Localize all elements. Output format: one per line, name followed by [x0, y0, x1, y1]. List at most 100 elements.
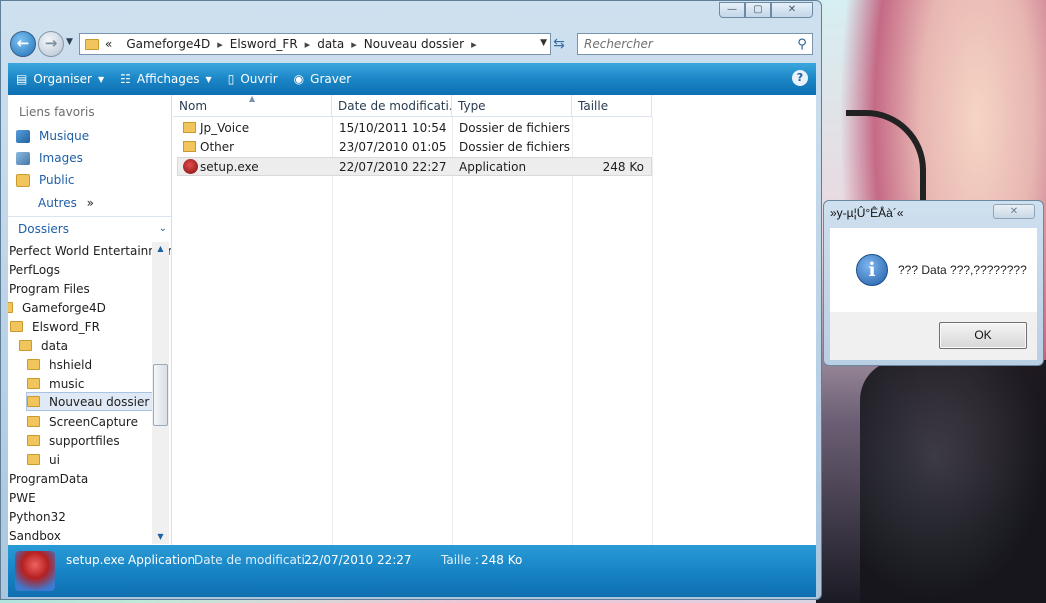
organize-icon: ▤	[16, 72, 28, 86]
explorer-window: — ▢ ✕ ← → ▼ « Gameforge4D ▸ Elsword_FR ▸…	[0, 0, 822, 600]
folder-icon	[183, 141, 196, 152]
close-button[interactable]: ✕	[771, 2, 813, 18]
recent-pages-dropdown[interactable]: ▼	[66, 37, 73, 47]
search-input[interactable]: Rechercher	[584, 37, 792, 51]
column-header-type[interactable]: Type	[452, 95, 572, 117]
tree-item-label: Elsword_FR	[32, 319, 100, 334]
favorite-item-images[interactable]: Images	[16, 151, 83, 165]
tree-item[interactable]: ProgramData	[9, 469, 88, 488]
details-file-type: Application	[128, 553, 196, 567]
organize-button[interactable]: ▤ Organiser ▼	[8, 63, 112, 95]
tree-item-label: Program Files	[9, 281, 90, 296]
open-button[interactable]: ▯ Ouvrir	[220, 63, 286, 95]
minimize-button[interactable]: —	[719, 2, 745, 18]
file-name: setup.exe	[200, 160, 259, 174]
folder-icon	[16, 173, 30, 187]
chevron-right-icon[interactable]: ▸	[217, 38, 223, 51]
tree-item[interactable]: Perfect World Entertainmer	[9, 241, 171, 260]
search-box[interactable]: Rechercher ⚲	[577, 33, 813, 55]
chevron-down-icon: ▼	[98, 74, 105, 84]
tree-item[interactable]: data	[19, 336, 68, 355]
file-type: Dossier de fichiers	[459, 140, 571, 154]
navigation-bar: ← → ▼ « Gameforge4D ▸ Elsword_FR ▸ data …	[7, 31, 815, 59]
info-icon: i	[856, 254, 888, 286]
tree-item[interactable]: music	[27, 374, 84, 393]
folders-header[interactable]: Dossiers ⌄	[8, 216, 171, 240]
message-dialog: »y-µ¦Û°ÊÅà´« ✕ i ??? Data ???,???????? O…	[823, 200, 1044, 366]
tree-item[interactable]: Elsword_FR	[10, 317, 100, 336]
favorite-item-music[interactable]: Musique	[16, 129, 89, 143]
address-bar[interactable]: « Gameforge4D ▸ Elsword_FR ▸ data ▸ Nouv…	[79, 33, 551, 55]
chevron-right-icon[interactable]: ▸	[351, 38, 357, 51]
tree-item-label: Gameforge4D	[22, 300, 106, 315]
ok-button[interactable]: OK	[939, 322, 1027, 349]
scroll-thumb[interactable]	[153, 364, 168, 426]
breadcrumb-item[interactable]: Nouveau dossier	[364, 37, 464, 51]
favorite-label: Images	[39, 151, 83, 165]
explorer-content: Liens favoris Musique Images Public Autr…	[8, 95, 816, 545]
views-label: Affichages	[136, 72, 200, 86]
burn-button[interactable]: ◉ Graver	[286, 63, 360, 95]
file-size: 248 Ko	[602, 160, 644, 174]
tree-item[interactable]: Python32	[9, 507, 66, 526]
chevron-down-icon: ⌄	[158, 223, 167, 234]
favorite-label: Public	[39, 173, 75, 187]
tree-item[interactable]: supportfiles	[27, 431, 120, 450]
search-icon[interactable]: ⚲	[792, 37, 812, 52]
breadcrumb-item[interactable]: Elsword_FR	[230, 37, 298, 51]
help-button[interactable]: ?	[792, 70, 808, 86]
views-button[interactable]: ☷ Affichages ▼	[112, 63, 220, 95]
tree-item[interactable]: PWE	[9, 488, 36, 507]
open-label: Ouvrir	[240, 72, 278, 86]
breadcrumb-overflow[interactable]: «	[105, 37, 112, 51]
tree-item[interactable]: Sandbox	[9, 526, 61, 545]
music-library-icon	[16, 129, 30, 143]
file-name: Jp_Voice	[200, 121, 250, 135]
scroll-up-arrow[interactable]: ▲	[152, 242, 169, 256]
more-favorites-link[interactable]: Autres »	[38, 196, 94, 210]
double-chevron-icon: »	[86, 196, 94, 210]
tree-item[interactable]: hshield	[27, 355, 92, 374]
refresh-button[interactable]: ⇆	[545, 33, 573, 55]
tree-item-label: music	[49, 376, 85, 391]
folder-open-icon	[19, 340, 32, 351]
file-row-selected[interactable]: setup.exe 22/07/2010 22:27 Application 2…	[177, 157, 652, 176]
sort-ascending-icon: ▲	[249, 95, 256, 103]
file-type: Application	[459, 160, 527, 174]
breadcrumb-item[interactable]: data	[317, 37, 344, 51]
favorites-title: Liens favoris	[19, 105, 95, 119]
file-row[interactable]: Other 23/07/2010 01:05 Dossier de fichie…	[177, 138, 652, 157]
scroll-down-arrow[interactable]: ▼	[152, 530, 169, 544]
tree-item[interactable]: PerfLogs	[9, 260, 60, 279]
column-header-size[interactable]: Taille	[572, 95, 652, 117]
file-name: Other	[200, 140, 235, 154]
maximize-button[interactable]: ▢	[745, 2, 771, 18]
command-bar: ▤ Organiser ▼ ☷ Affichages ▼ ▯ Ouvrir ◉ …	[8, 63, 816, 95]
tree-item-selected[interactable]: Nouveau dossier	[26, 392, 154, 411]
details-date-value: 22/07/2010 22:27	[304, 553, 412, 567]
dialog-title: »y-µ¦Û°ÊÅà´«	[830, 206, 904, 220]
tree-item[interactable]: Gameforge4D	[8, 298, 106, 317]
chevron-right-icon[interactable]: ▸	[471, 38, 477, 51]
tree-item-label: data	[41, 338, 69, 353]
favorite-item-public[interactable]: Public	[16, 173, 75, 187]
chevron-down-icon: ▼	[205, 74, 212, 84]
dialog-close-button[interactable]: ✕	[993, 204, 1035, 219]
chevron-right-icon[interactable]: ▸	[305, 38, 311, 51]
tree-item[interactable]: Program Files	[9, 279, 90, 298]
tree-item-label: PerfLogs	[9, 262, 61, 277]
tree-item[interactable]: ui	[27, 450, 60, 469]
breadcrumb-item[interactable]: Gameforge4D	[126, 37, 210, 51]
file-date: 23/07/2010 01:05	[339, 140, 447, 154]
back-button[interactable]: ←	[10, 31, 36, 57]
tree-item[interactable]: ScreenCapture	[27, 412, 138, 431]
file-thumbnail	[15, 551, 55, 591]
column-header-name[interactable]: ▲ Nom	[173, 95, 332, 117]
file-row[interactable]: Jp_Voice 15/10/2011 10:54 Dossier de fic…	[177, 119, 652, 138]
column-header-date[interactable]: Date de modificati...	[332, 95, 452, 117]
folders-title: Dossiers	[18, 221, 69, 236]
tree-item-label: ProgramData	[9, 471, 89, 486]
column-divider	[452, 117, 453, 545]
tree-scrollbar[interactable]: ▲ ▼	[152, 242, 169, 544]
forward-button[interactable]: →	[38, 31, 64, 57]
